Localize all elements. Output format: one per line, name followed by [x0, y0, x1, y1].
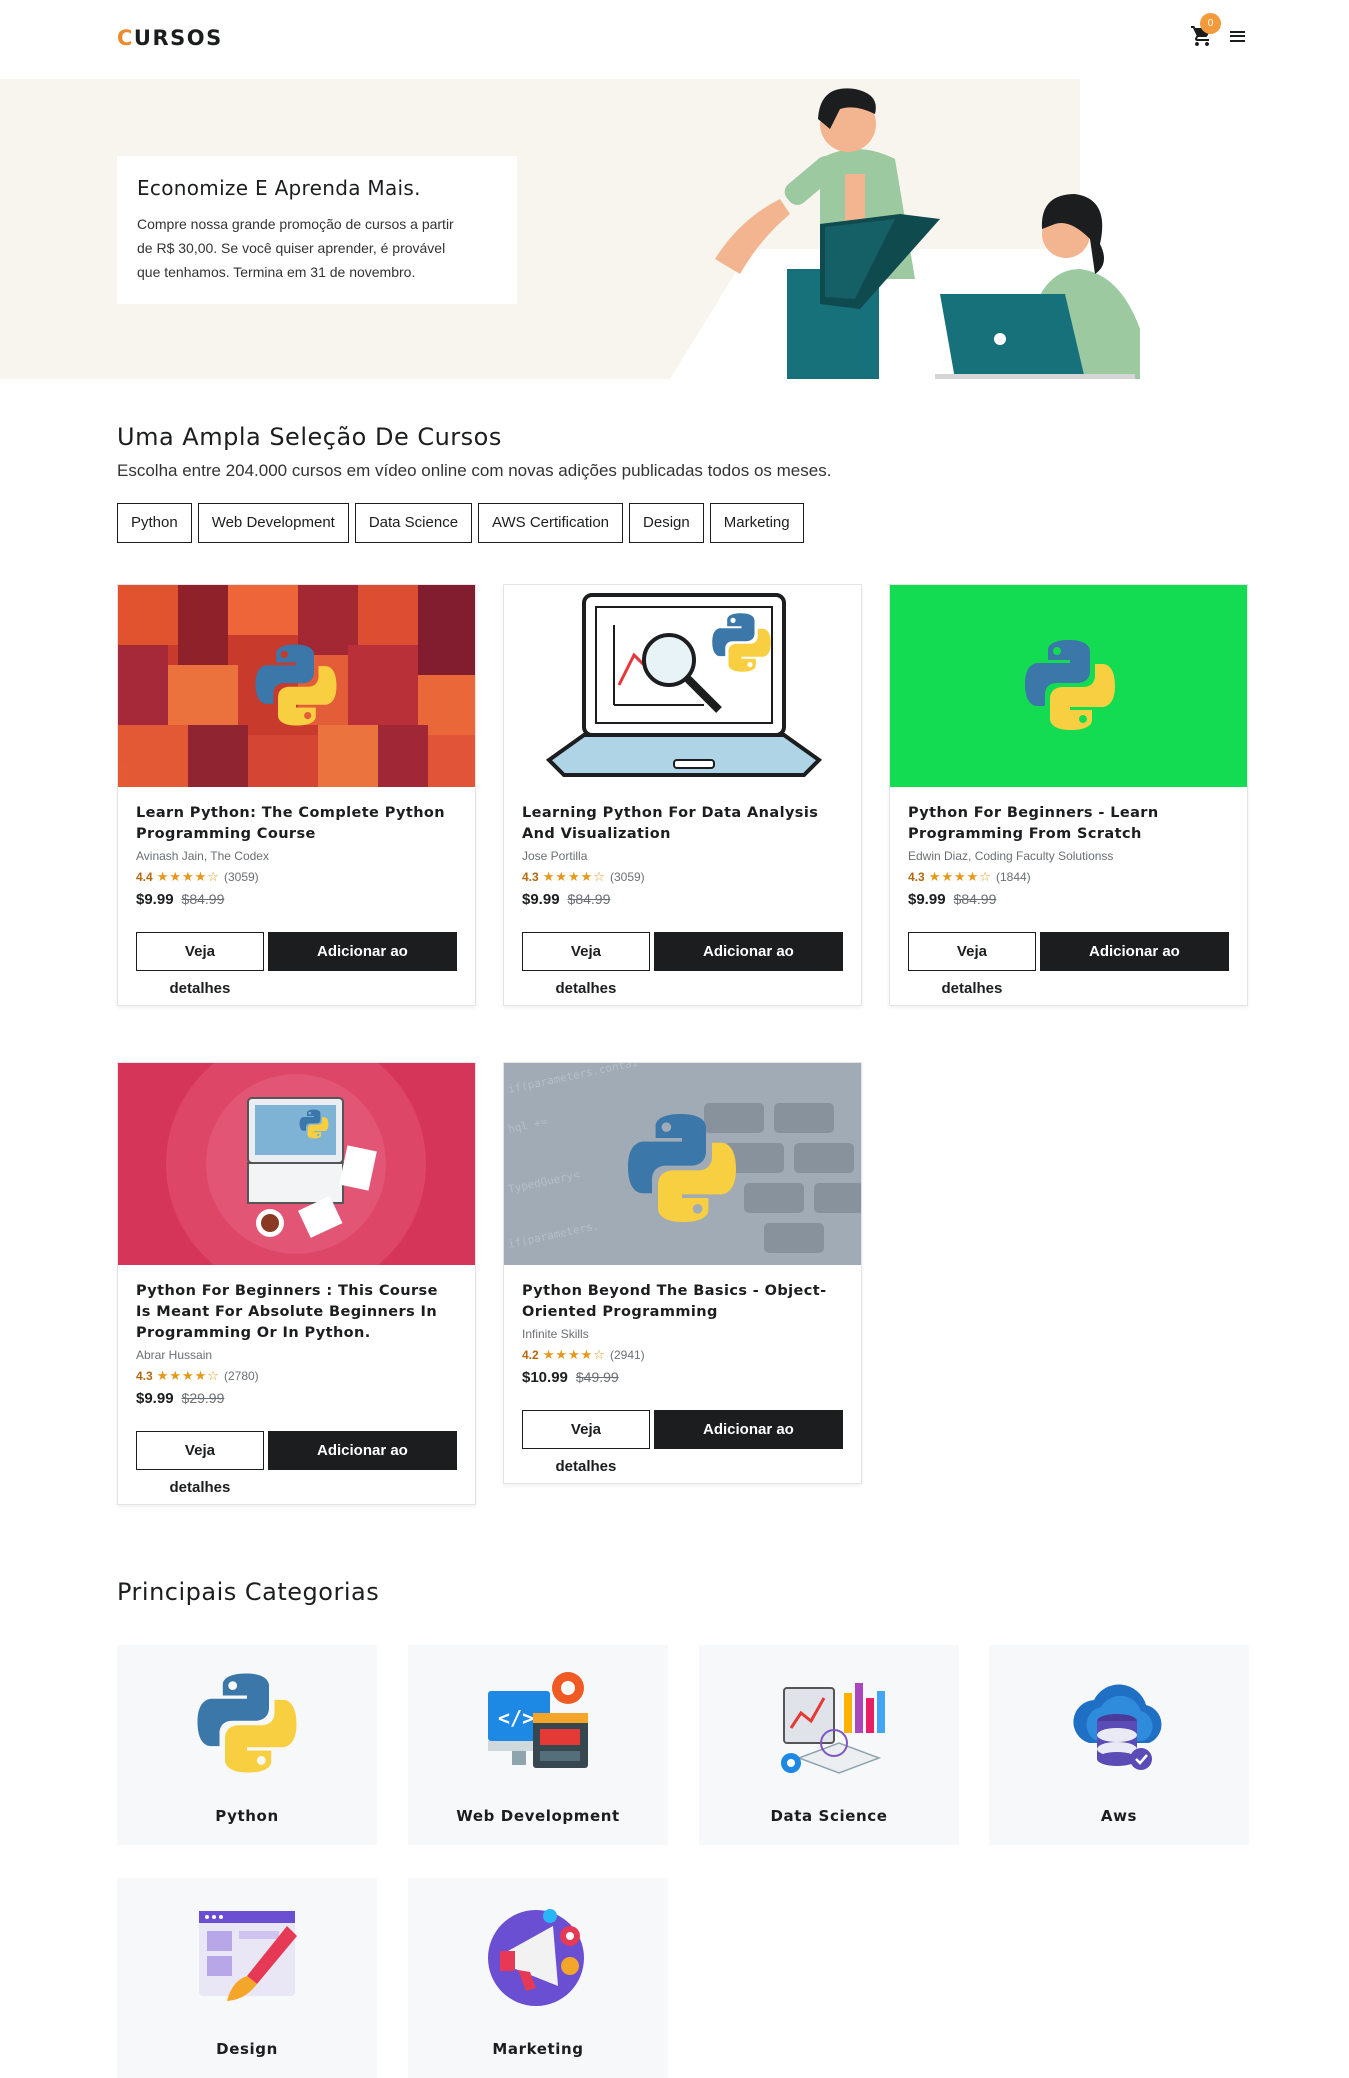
promo-title: Economize E Aprenda Mais.: [137, 176, 421, 200]
course-price: $9.99 $84.99: [136, 891, 225, 908]
category-chips: Python Web Development Data Science AWS …: [117, 503, 804, 543]
details-button[interactable]: Veja detalhes: [522, 932, 650, 997]
details-button[interactable]: Veja detalhes: [522, 1410, 650, 1475]
course-rating: 4.4 ★★★★☆ (3059): [136, 869, 259, 884]
web-development-icon: </>: [488, 1672, 588, 1768]
category-card-data-science[interactable]: Data Science: [699, 1645, 959, 1845]
course-thumbnail[interactable]: [118, 1063, 475, 1265]
aws-cloud-icon: [1073, 1684, 1162, 1770]
category-label: Web Development: [456, 1807, 620, 1825]
category-label: Data Science: [770, 1807, 888, 1825]
svg-text:</>: </>: [498, 1706, 534, 1730]
category-label: Marketing: [492, 2040, 584, 2058]
hamburger-menu-icon[interactable]: [1230, 28, 1250, 48]
details-button[interactable]: Veja detalhes: [136, 1431, 264, 1496]
course-author: Avinash Jain, The Codex: [136, 849, 269, 863]
category-label: Design: [216, 2040, 278, 2058]
course-title[interactable]: Python For Beginners - Learn Programming…: [908, 803, 1229, 845]
course-title[interactable]: Python For Beginners : This Course Is Me…: [136, 1281, 457, 1344]
course-card[interactable]: Python For Beginners - Learn Programming…: [889, 584, 1248, 1006]
categories-title: Principais Categorias: [117, 1578, 380, 1606]
add-to-cart-button[interactable]: Adicionar ao carrinho: [267, 932, 457, 997]
course-title[interactable]: Python Beyond The Basics - Object-Orient…: [522, 1281, 843, 1323]
star-rating-icon: ★★★★☆: [542, 869, 606, 884]
category-card-python[interactable]: Python: [117, 1645, 377, 1845]
course-thumbnail[interactable]: [504, 585, 861, 787]
cart-count-badge: 0: [1200, 13, 1221, 34]
students-illustration: [670, 88, 1170, 379]
course-card[interactable]: Learn Python: The Complete Python Progra…: [117, 584, 476, 1006]
add-to-cart-button[interactable]: Adicionar ao carrinho: [1039, 932, 1229, 997]
add-to-cart-button[interactable]: Adicionar ao carrinho: [653, 932, 843, 997]
category-card-web-development[interactable]: </> Web Development: [408, 1645, 668, 1845]
chip-aws-certification[interactable]: AWS Certification: [478, 503, 624, 543]
add-to-cart-button[interactable]: Adicionar ao carrinho: [267, 1431, 457, 1496]
logo-initial: C: [117, 26, 134, 50]
chip-marketing[interactable]: Marketing: [709, 503, 804, 543]
details-button[interactable]: Veja detalhes: [136, 932, 264, 997]
chip-web-development[interactable]: Web Development: [197, 503, 349, 543]
category-label: Python: [215, 1807, 279, 1825]
course-author: Jose Portilla: [522, 849, 588, 863]
course-thumbnail[interactable]: [118, 585, 475, 787]
star-rating-icon: ★★★★☆: [156, 869, 220, 884]
python-icon: [197, 1673, 297, 1773]
course-rating: 4.3 ★★★★☆ (3059): [522, 869, 645, 884]
chip-python[interactable]: Python: [117, 503, 192, 543]
course-thumbnail[interactable]: [890, 585, 1247, 787]
add-to-cart-button[interactable]: Adicionar ao carrinho: [653, 1410, 843, 1475]
details-button[interactable]: Veja detalhes: [908, 932, 1036, 997]
course-price: $9.99 $29.99: [136, 1390, 225, 1407]
category-label: Aws: [1100, 1807, 1138, 1825]
category-card-design[interactable]: Design: [117, 1878, 377, 2078]
course-title[interactable]: Learning Python For Data Analysis And Vi…: [522, 803, 843, 845]
course-price: $10.99 $49.99: [522, 1369, 619, 1386]
course-rating: 4.3 ★★★★☆ (1844): [908, 869, 1031, 884]
chip-data-science[interactable]: Data Science: [354, 503, 473, 543]
course-rating: 4.2 ★★★★☆ (2941): [522, 1347, 645, 1362]
course-title[interactable]: Learn Python: The Complete Python Progra…: [136, 803, 457, 845]
star-rating-icon: ★★★★☆: [542, 1347, 606, 1362]
course-author: Infinite Skills: [522, 1327, 589, 1341]
promo-card: Economize E Aprenda Mais. Compre nossa g…: [117, 156, 517, 304]
course-price: $9.99 $84.99: [522, 891, 611, 908]
design-icon: [199, 1911, 297, 2001]
section-title: Uma Ampla Seleção De Cursos: [117, 423, 502, 451]
star-rating-icon: ★★★★☆: [156, 1368, 220, 1383]
site-header: CURSOS 0: [0, 0, 1349, 78]
promo-text: Compre nossa grande promoção de cursos a…: [137, 216, 454, 280]
course-rating: 4.3 ★★★★☆ (2780): [136, 1368, 259, 1383]
course-thumbnail[interactable]: if(parameters.contai hql += TypedQuery< …: [504, 1063, 861, 1265]
star-rating-icon: ★★★★☆: [928, 869, 992, 884]
course-card[interactable]: if(parameters.contai hql += TypedQuery< …: [503, 1062, 862, 1484]
logo-text: URSOS: [133, 26, 223, 50]
category-card-marketing[interactable]: Marketing: [408, 1878, 668, 2078]
course-author: Abrar Hussain: [136, 1348, 213, 1362]
course-author: Edwin Diaz, Coding Faculty Solutionss: [908, 849, 1114, 863]
course-card[interactable]: Learning Python For Data Analysis And Vi…: [503, 584, 862, 1006]
marketing-icon: [488, 1909, 584, 2006]
course-card[interactable]: Python For Beginners : This Course Is Me…: [117, 1062, 476, 1505]
logo[interactable]: CURSOS: [117, 26, 223, 50]
chip-design[interactable]: Design: [629, 503, 704, 543]
section-subtitle: Escolha entre 204.000 cursos em vídeo on…: [117, 461, 832, 480]
category-card-aws[interactable]: Aws: [989, 1645, 1249, 1845]
course-price: $9.99 $84.99: [908, 891, 997, 908]
data-science-icon: [781, 1683, 885, 1774]
hero-banner: Economize E Aprenda Mais. Compre nossa g…: [0, 79, 1349, 379]
